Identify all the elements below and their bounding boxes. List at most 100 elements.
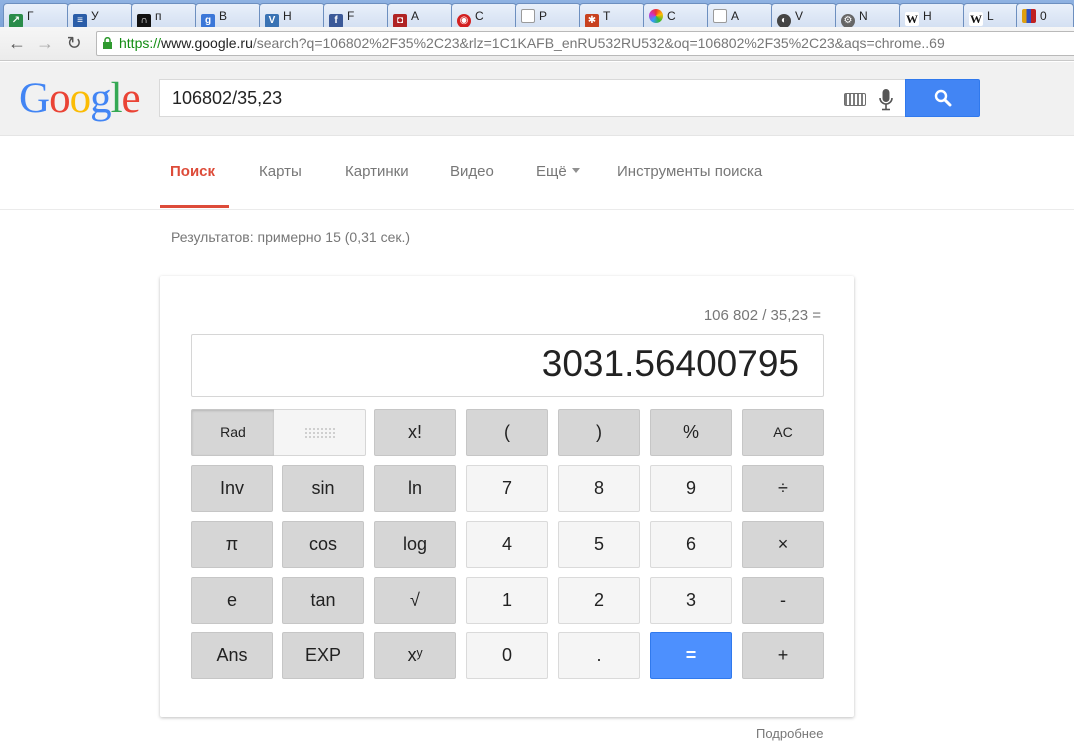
forward-arrow-icon[interactable]: → (34, 32, 56, 54)
plus-key[interactable]: + (742, 632, 824, 679)
ln-key[interactable]: ln (374, 465, 456, 512)
tan-key[interactable]: tan (282, 577, 364, 624)
browser-tab[interactable]: fF (323, 3, 389, 27)
digit-6-key[interactable]: 6 (650, 521, 732, 568)
digit-1-key[interactable]: 1 (466, 577, 548, 624)
headphones-icon: ∩ (137, 14, 151, 27)
google-header: Google 106802/35,23 (0, 62, 1074, 136)
search-button[interactable] (905, 79, 980, 117)
tab-images[interactable]: Картинки (345, 163, 409, 180)
reload-icon[interactable]: ↻ (63, 32, 85, 54)
browser-tab[interactable]: Р (515, 3, 581, 27)
tab-search[interactable]: Поиск (170, 163, 215, 180)
doc-list-icon: ≡ (73, 14, 87, 27)
google-logo[interactable]: Google (19, 74, 141, 123)
browser-tab[interactable]: ⚙ N (835, 3, 901, 27)
active-tab-underline (160, 205, 229, 208)
search-input[interactable]: 106802/35,23 (159, 79, 905, 117)
tab-video[interactable]: Видео (450, 163, 494, 180)
url-path: /search?q=106802%2F35%2C23&rlz=1C1KAFB_e… (252, 35, 945, 51)
digit-8-key[interactable]: 8 (558, 465, 640, 512)
browser-tab[interactable]: ↗ Г (3, 3, 69, 27)
inv-key[interactable]: Inv (191, 465, 273, 512)
browser-tab[interactable]: ≡ У (67, 3, 133, 27)
calculator-expression: 106 802 / 35,23 = (703, 307, 821, 324)
cos-key[interactable]: cos (282, 521, 364, 568)
left-paren-key[interactable]: ( (466, 409, 548, 456)
gear-icon: ⚙ (841, 14, 855, 27)
wikipedia-icon: W (969, 12, 983, 26)
pi-key[interactable]: π (191, 521, 273, 568)
browser-tab[interactable]: С (643, 3, 709, 27)
browser-tab[interactable]: 0 (1016, 3, 1074, 27)
url-scheme: https:// (119, 35, 162, 51)
chart-icon: ↗ (9, 14, 23, 27)
color-wheel-icon (649, 9, 663, 23)
ans-key[interactable]: Ans (191, 632, 273, 679)
search-nav: Поиск Карты Картинки Видео Ещё Инструмен… (0, 136, 1074, 210)
address-bar[interactable]: https://www.google.ru/search?q=106802%2F… (96, 31, 1074, 56)
page-icon (521, 9, 535, 23)
browser-tab[interactable]: ◉ С (451, 3, 517, 27)
tab-search-tools[interactable]: Инструменты поиска (617, 163, 762, 180)
exp-key[interactable]: EXP (282, 632, 364, 679)
microphone-icon[interactable] (879, 88, 893, 112)
keyboard-icon[interactable] (844, 93, 866, 106)
digit-5-key[interactable]: 5 (558, 521, 640, 568)
percent-key[interactable]: % (650, 409, 732, 456)
divide-key[interactable]: ÷ (742, 465, 824, 512)
calculator-display: 3031.56400795 (191, 334, 824, 397)
colorbars-icon (1022, 9, 1036, 23)
puzzle-icon: ✱ (585, 14, 599, 27)
factorial-key[interactable]: x! (374, 409, 456, 456)
caret-down-icon (571, 168, 580, 173)
browser-tab[interactable]: WН (899, 3, 965, 27)
tab-maps[interactable]: Карты (259, 163, 302, 180)
page-icon (713, 9, 727, 23)
lock-icon (103, 37, 112, 49)
digit-3-key[interactable]: 3 (650, 577, 732, 624)
browser-tab[interactable]: А (707, 3, 773, 27)
toggle-dots-icon (304, 427, 336, 439)
url-host: www.google.ru (161, 35, 253, 51)
deg-toggle[interactable] (274, 409, 366, 456)
result-stats: Результатов: примерно 15 (0,31 сек.) (171, 229, 411, 245)
decimal-key[interactable]: . (558, 632, 640, 679)
browser-tab[interactable]: gВ (195, 3, 261, 27)
wikipedia-icon: W (905, 12, 919, 26)
facebook-icon: f (329, 14, 343, 27)
e-key[interactable]: e (191, 577, 273, 624)
tab-more[interactable]: Ещё (536, 163, 580, 180)
sin-key[interactable]: sin (282, 465, 364, 512)
browser-tab[interactable]: ◐ V (771, 3, 837, 27)
clear-key[interactable]: AC (742, 409, 824, 456)
browser-tab[interactable]: VН (259, 3, 325, 27)
calculator-card: 106 802 / 35,23 = 3031.56400795 Rad x! (… (160, 276, 854, 717)
browser-tab[interactable]: ✱ Т (579, 3, 645, 27)
v-logo-icon: V (265, 14, 279, 27)
digit-4-key[interactable]: 4 (466, 521, 548, 568)
browser-tab[interactable]: ◘ А (387, 3, 453, 27)
right-paren-key[interactable]: ) (558, 409, 640, 456)
equals-key[interactable]: = (650, 632, 732, 679)
browser-tab-strip: ↗ Г ≡ У ∩ п gВ VН fF ◘ А ◉ С Р ✱ Т С А ◐ V ⚙ N W… (0, 0, 1074, 27)
digit-7-key[interactable]: 7 (466, 465, 548, 512)
minus-key[interactable]: - (742, 577, 824, 624)
log-key[interactable]: log (374, 521, 456, 568)
more-info-link[interactable]: Подробнее (756, 726, 823, 741)
sqrt-key[interactable]: √ (374, 577, 456, 624)
browser-tab[interactable]: ∩ п (131, 3, 197, 27)
google-plus-icon: g (201, 14, 215, 27)
back-arrow-icon[interactable]: ← (6, 32, 28, 54)
browser-toolbar: ← → ↻ https://www.google.ru/search?q=106… (0, 27, 1074, 61)
power-key[interactable]: xʸ (374, 632, 456, 679)
multiply-key[interactable]: × (742, 521, 824, 568)
search-icon (934, 89, 952, 107)
car-icon: ◘ (393, 14, 407, 27)
digit-2-key[interactable]: 2 (558, 577, 640, 624)
globe-icon: ◐ (777, 14, 791, 27)
target-icon: ◉ (457, 14, 471, 27)
digit-9-key[interactable]: 9 (650, 465, 732, 512)
rad-key[interactable]: Rad (191, 409, 275, 456)
digit-0-key[interactable]: 0 (466, 632, 548, 679)
